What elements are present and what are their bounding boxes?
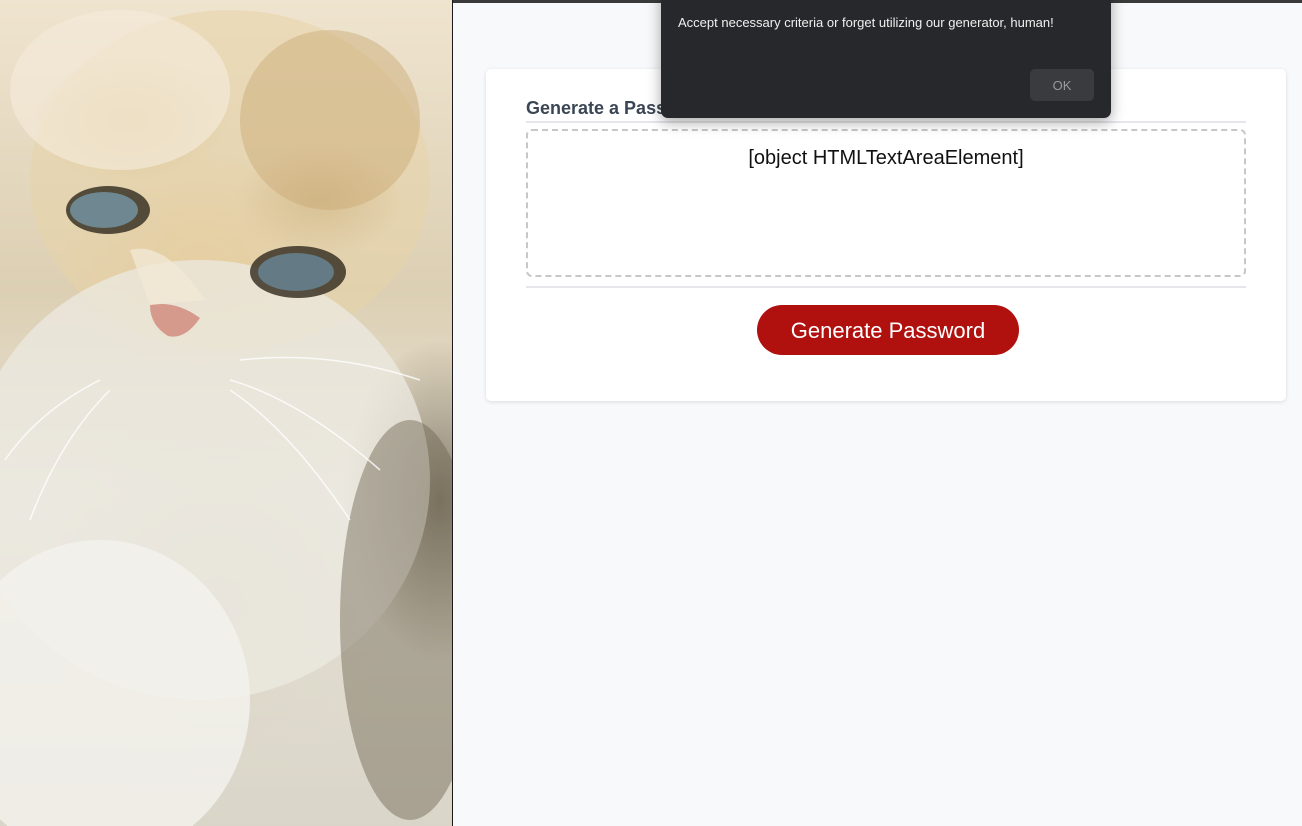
main-area: Generate a Password [object HTMLTextArea… (453, 0, 1302, 826)
alert-dialog: Accept necessary criteria or forget util… (661, 0, 1111, 118)
alert-ok-button[interactable]: OK (1030, 69, 1094, 101)
password-textarea[interactable]: [object HTMLTextAreaElement] (526, 129, 1246, 277)
generate-password-button[interactable]: Generate Password (757, 305, 1019, 355)
card-footer-divider (526, 286, 1246, 288)
generator-card: Generate a Password [object HTMLTextArea… (486, 69, 1286, 401)
cat-photo (0, 0, 453, 826)
cat-illustration (0, 10, 452, 826)
alert-message: Accept necessary criteria or forget util… (678, 15, 1054, 30)
page: Generate a Password [object HTMLTextArea… (0, 0, 1302, 826)
